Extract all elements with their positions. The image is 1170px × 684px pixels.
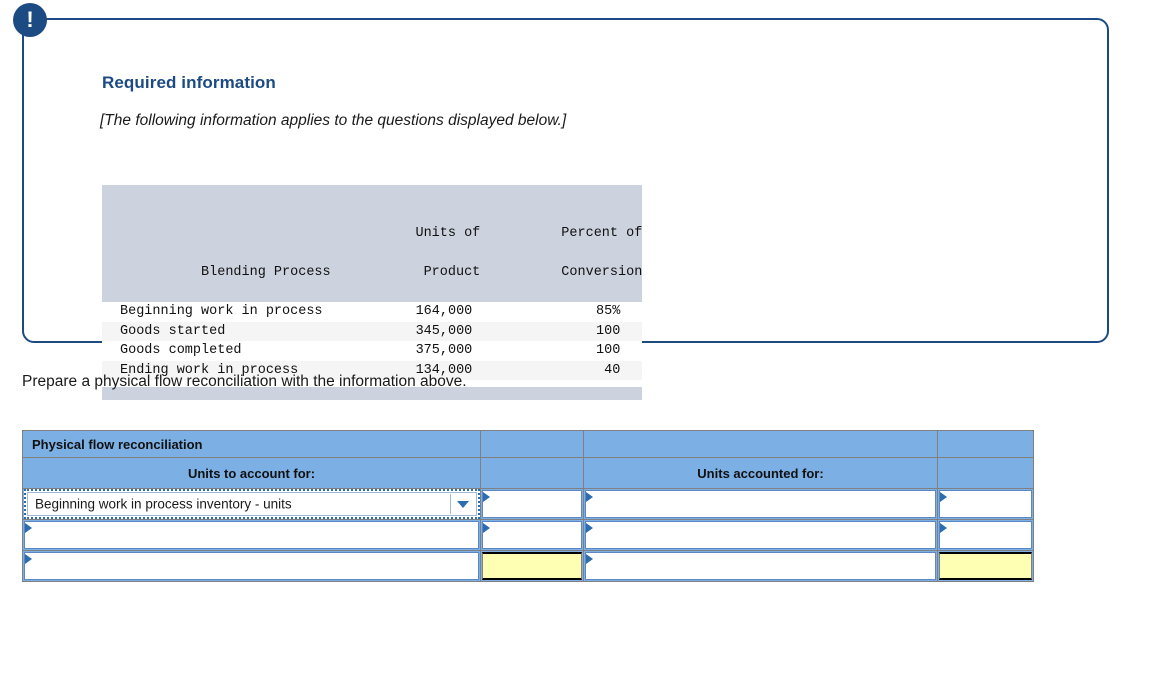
cell-marker-icon	[483, 492, 490, 502]
input-box[interactable]	[482, 521, 582, 549]
right-account-cell-2[interactable]	[583, 519, 938, 551]
blending-process-table: Blending Process Units of Product Percen…	[102, 185, 643, 400]
column-header-percent-bottom: Conversion	[561, 265, 643, 280]
dropdown-selected-label: Beginning work in process inventory - un…	[35, 496, 292, 512]
input-box[interactable]	[482, 490, 582, 518]
row-percent: 100	[480, 321, 643, 341]
badge-notch	[68, 34, 84, 42]
column-header-process: Blending Process	[102, 185, 343, 302]
cell-marker-icon	[586, 492, 593, 502]
row-units: 345,000	[342, 321, 481, 341]
applies-note: [The following information applies to th…	[100, 112, 567, 129]
account-select-dropdown[interactable]: Beginning work in process inventory - un…	[24, 489, 480, 519]
table-row: Beginning work in process 164,000 85%	[102, 302, 643, 322]
column-header-units: Units of Product	[342, 185, 481, 302]
left-account-cell-1[interactable]: Beginning work in process inventory - un…	[22, 488, 481, 520]
input-box[interactable]	[585, 552, 936, 580]
cell-marker-icon	[586, 523, 593, 533]
input-box[interactable]	[939, 490, 1032, 518]
worksheet-title-row: Physical flow reconciliation	[22, 430, 1034, 458]
row-percent: 85%	[480, 302, 643, 322]
left-account-cell-2[interactable]	[22, 519, 481, 551]
table-body: Beginning work in process 164,000 85% Go…	[102, 302, 643, 380]
question-prompt: Prepare a physical flow reconciliation w…	[22, 373, 467, 390]
worksheet-title-spacer-3	[937, 430, 1034, 458]
right-amount-cell-1[interactable]	[937, 488, 1034, 520]
left-amount-cell-1[interactable]	[480, 488, 584, 520]
worksheet-title-spacer-1	[480, 430, 584, 458]
row-units: 375,000	[342, 341, 481, 361]
cell-marker-icon	[940, 523, 947, 533]
total-box[interactable]	[482, 552, 582, 580]
column-header-units-bottom: Product	[423, 265, 481, 280]
input-box[interactable]	[24, 521, 479, 549]
dropdown-inner[interactable]: Beginning work in process inventory - un…	[27, 492, 477, 516]
input-box[interactable]	[585, 521, 936, 549]
row-percent: 100	[480, 341, 643, 361]
right-total-cell[interactable]	[937, 550, 1034, 582]
worksheet-title: Physical flow reconciliation	[22, 430, 481, 458]
worksheet-entry-row	[22, 519, 1034, 551]
table-row: Goods started 345,000 100	[102, 321, 643, 341]
input-box[interactable]	[24, 552, 479, 580]
worksheet-section-row: Units to account for: Units accounted fo…	[22, 457, 1034, 489]
column-header-percent-top: Percent of	[561, 226, 643, 241]
physical-flow-reconciliation-worksheet: Physical flow reconciliation Units to ac…	[22, 430, 1034, 582]
cell-marker-icon	[483, 523, 490, 533]
left-amount-cell-2[interactable]	[480, 519, 584, 551]
table-header-row: Blending Process Units of Product Percen…	[102, 185, 643, 302]
row-units: 164,000	[342, 302, 481, 322]
section-header-units-to-account-for: Units to account for:	[22, 457, 481, 489]
cell-marker-icon	[586, 554, 593, 564]
section-spacer-1	[480, 457, 584, 489]
worksheet-entry-row: Beginning work in process inventory - un…	[22, 488, 1034, 520]
section-spacer-2	[937, 457, 1034, 489]
left-total-cell[interactable]	[480, 550, 584, 582]
column-header-units-top: Units of	[415, 226, 481, 241]
cell-marker-icon	[25, 523, 32, 533]
total-box[interactable]	[939, 552, 1032, 580]
row-label: Goods completed	[102, 341, 343, 361]
section-header-units-accounted-for: Units accounted for:	[583, 457, 938, 489]
chevron-down-icon	[457, 501, 469, 508]
right-account-cell-3[interactable]	[583, 550, 938, 582]
required-information-card: Required information [The following info…	[22, 18, 1109, 400]
input-box[interactable]	[939, 521, 1032, 549]
cell-marker-icon	[940, 492, 947, 502]
row-label: Beginning work in process	[102, 302, 343, 322]
page-title: Required information	[102, 73, 276, 92]
left-account-cell-3[interactable]	[22, 550, 481, 582]
row-percent: 40	[480, 360, 643, 380]
right-account-cell-1[interactable]	[583, 488, 938, 520]
input-box[interactable]	[585, 490, 936, 518]
column-header-percent: Percent of Conversion	[480, 185, 643, 302]
table-head: Blending Process Units of Product Percen…	[102, 185, 643, 302]
dropdown-arrow-button[interactable]	[450, 494, 475, 514]
table-row: Goods completed 375,000 100	[102, 341, 643, 361]
right-amount-cell-2[interactable]	[937, 519, 1034, 551]
column-header-process-bottom: Blending Process	[201, 265, 331, 280]
row-label: Goods started	[102, 321, 343, 341]
worksheet-total-row	[22, 550, 1034, 582]
worksheet-title-spacer-2	[583, 430, 938, 458]
alert-exclamation-icon: !	[13, 3, 47, 37]
cell-marker-icon	[25, 554, 32, 564]
